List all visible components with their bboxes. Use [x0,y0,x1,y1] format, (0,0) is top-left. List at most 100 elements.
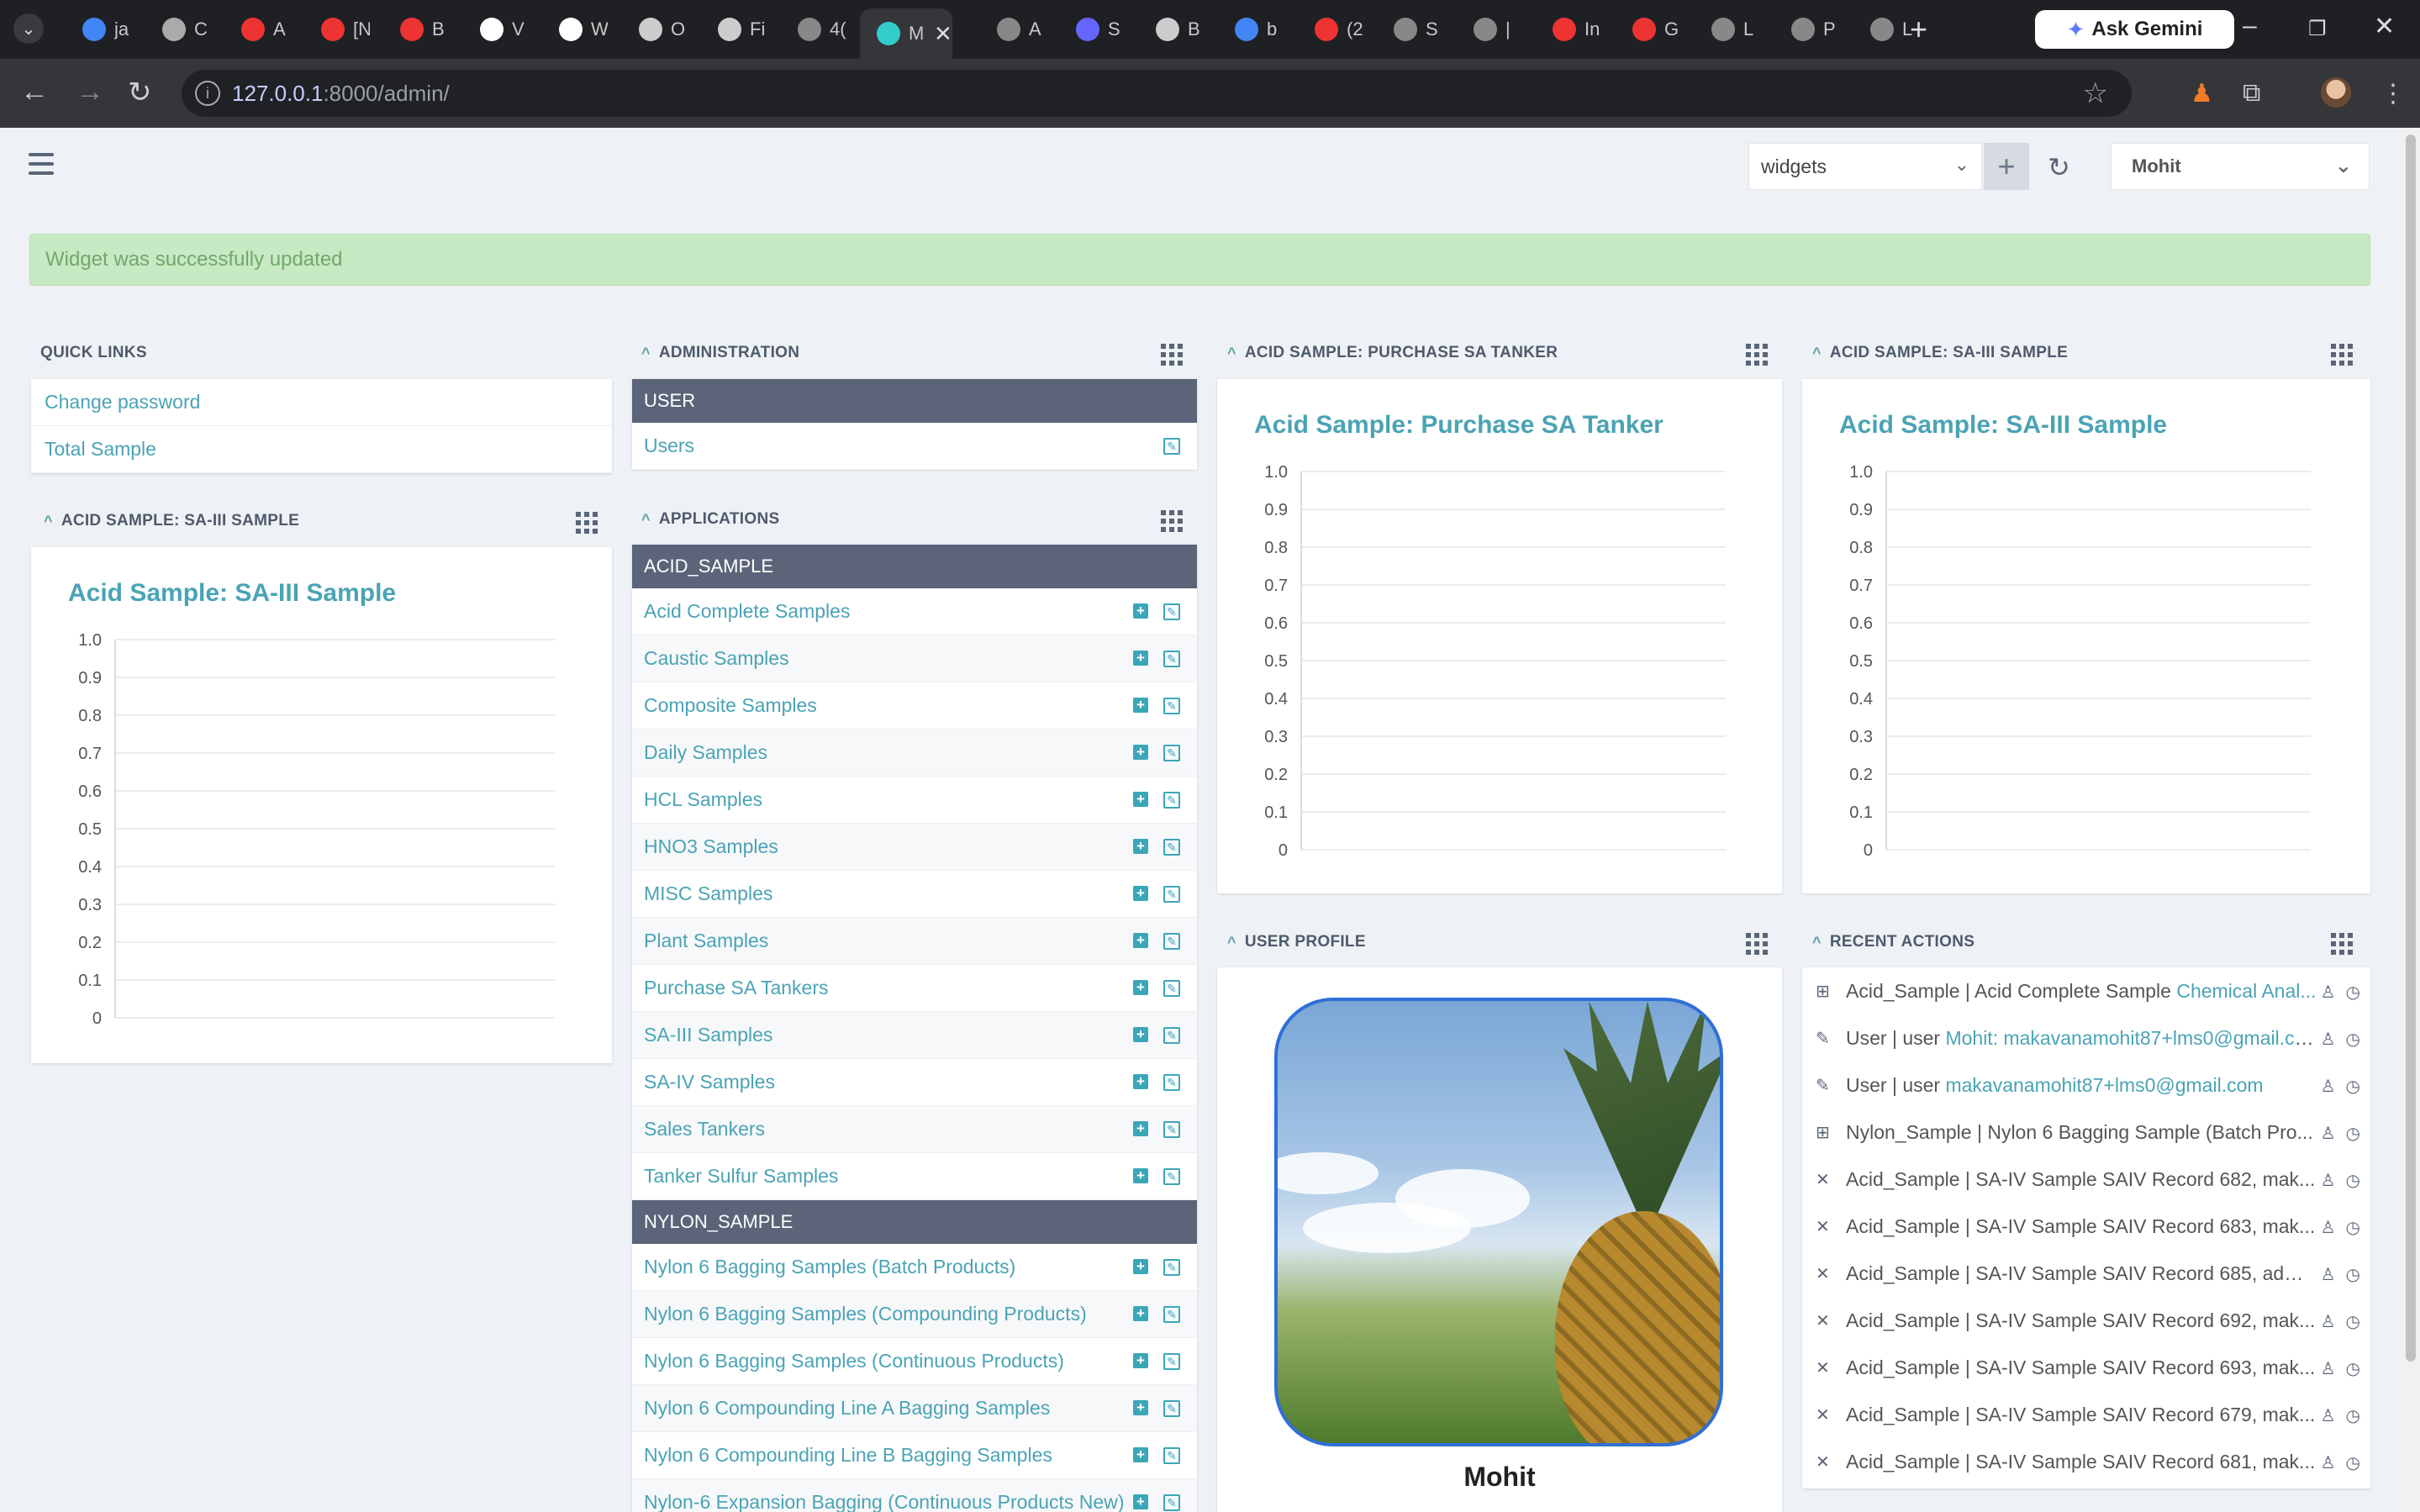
browser-tab[interactable]: | [1457,10,1534,49]
app-row[interactable]: SA-IV Samples + ✎ [632,1059,1197,1106]
edit-icon[interactable]: ✎ [1163,698,1180,714]
recent-action-item[interactable]: ✕ Acid_Sample | SA-IV Sample SAIV Record … [1802,1391,2370,1438]
new-tab-icon[interactable]: + [1910,12,1927,47]
drag-grid-icon[interactable] [1746,344,1768,366]
sa3-left-widget-header[interactable]: ^ ACID SAMPLE: SA-III SAMPLE [44,506,299,536]
edit-icon[interactable]: ✎ [1163,438,1180,455]
recent-action-item[interactable]: ✕ Acid_Sample | SA-IV Sample SAIV Record … [1802,1203,2370,1250]
edit-icon[interactable]: ✎ [1163,1306,1180,1323]
add-icon[interactable]: + [1133,1074,1148,1089]
app-row[interactable]: Acid Complete Samples + ✎ [632,588,1197,635]
browser-tab[interactable]: A [224,10,302,49]
drag-grid-icon[interactable] [1161,344,1183,366]
recent-action-item[interactable]: ⊞ Nylon_Sample | Nylon 6 Bagging Sample (… [1802,1109,2370,1156]
edit-icon[interactable]: ✎ [1163,603,1180,620]
collapse-caret-icon[interactable]: ^ [1227,934,1236,951]
app-row[interactable]: Nylon-6 Expansion Bagging (Continuous Pr… [632,1479,1197,1512]
app-row[interactable]: Sales Tankers + ✎ [632,1106,1197,1153]
site-info-icon[interactable]: i [195,81,220,106]
recent-action-item[interactable]: ✎ User | user Mohit: makavanamohit87+lms0… [1802,1014,2370,1062]
edit-icon[interactable]: ✎ [1163,1121,1180,1138]
browser-tab[interactable]: O [622,10,699,49]
add-icon[interactable]: + [1133,1494,1148,1509]
extensions-puzzle-icon[interactable]: ⧉ [2243,79,2260,108]
profile-avatar[interactable] [2321,77,2351,108]
browser-tab[interactable]: P [1774,10,1852,49]
edit-icon[interactable]: ✎ [1163,886,1180,903]
drag-grid-icon[interactable] [576,512,598,534]
back-icon[interactable]: ← [20,76,49,108]
edit-icon[interactable]: ✎ [1163,1400,1180,1417]
app-row[interactable]: Tanker Sulfur Samples + ✎ [632,1153,1197,1200]
app-row[interactable]: Nylon 6 Bagging Samples (Batch Products)… [632,1244,1197,1291]
add-widget-button[interactable]: + [1984,143,2029,190]
add-icon[interactable]: + [1133,603,1148,619]
add-icon[interactable]: + [1133,1027,1148,1042]
browser-tab[interactable]: C [145,10,223,49]
menu-toggle-icon[interactable] [29,153,54,175]
recent-actions-header[interactable]: ^ RECENT ACTIONS [1812,927,1974,957]
browser-tab[interactable]: Fi [701,10,778,49]
collapse-caret-icon[interactable]: ^ [44,513,53,530]
app-row[interactable]: HNO3 Samples + ✎ [632,824,1197,871]
widget-select[interactable]: widgets ⌄ [1748,143,1982,190]
collapse-caret-icon[interactable]: ^ [1812,345,1822,362]
minimize-icon[interactable]: – [2243,12,2257,40]
page-scrollbar[interactable] [2402,128,2420,1512]
browser-tab[interactable]: V [463,10,540,49]
browser-tab[interactable]: ja [66,10,143,49]
edit-icon[interactable]: ✎ [1163,1027,1180,1044]
scrollbar-thumb[interactable] [2406,134,2416,1362]
recent-action-item[interactable]: ⊞ Acid_Sample | Acid Complete Sample Chem… [1802,967,2370,1014]
restore-icon[interactable]: ❐ [2308,17,2327,41]
add-icon[interactable]: + [1133,1306,1148,1321]
browser-tab[interactable]: In [1536,10,1613,49]
edit-icon[interactable]: ✎ [1163,839,1180,856]
url-field[interactable]: i 127.0.0.1:8000/admin/ ☆ [182,70,2132,117]
extension-icon[interactable]: ♟ [2191,79,2213,108]
edit-icon[interactable]: ✎ [1163,1168,1180,1185]
ask-gemini-button[interactable]: ✦ Ask Gemini [2035,10,2234,49]
purchase-widget-header[interactable]: ^ ACID SAMPLE: PURCHASE SA TANKER [1227,338,1558,368]
sa3-right-widget-header[interactable]: ^ ACID SAMPLE: SA-III SAMPLE [1812,338,2068,368]
app-row[interactable]: MISC Samples + ✎ [632,871,1197,918]
browser-tab[interactable]: L [1695,10,1772,49]
quick-link-total-sample[interactable]: Total Sample [31,426,612,473]
edit-icon[interactable]: ✎ [1163,1447,1180,1464]
drag-grid-icon[interactable] [2331,933,2353,955]
app-row[interactable]: Nylon 6 Bagging Samples (Continuous Prod… [632,1338,1197,1385]
app-row[interactable]: Caustic Samples + ✎ [632,635,1197,682]
recent-action-link[interactable]: Chemical Anal... [2176,980,2316,1002]
drag-grid-icon[interactable] [1161,510,1183,532]
browser-tab[interactable]: [N [304,10,382,49]
user-profile-header[interactable]: ^ USER PROFILE [1227,927,1366,957]
app-row[interactable]: HCL Samples + ✎ [632,777,1197,824]
browser-tab[interactable]: W [542,10,619,49]
edit-icon[interactable]: ✎ [1163,792,1180,809]
drag-grid-icon[interactable] [2331,344,2353,366]
edit-icon[interactable]: ✎ [1163,1259,1180,1276]
forward-icon[interactable]: → [76,76,104,108]
browser-tab[interactable]: G [1616,10,1693,49]
refresh-icon[interactable]: ↻ [2048,151,2070,183]
applications-header[interactable]: ^ APPLICATIONS [641,504,779,535]
recent-action-item[interactable]: ✕ Acid_Sample | SA-IV Sample SAIV Record … [1802,1156,2370,1203]
user-select[interactable]: Mohit ⌄ [2111,143,2370,190]
browser-tab[interactable]: 4( [781,10,858,49]
add-icon[interactable]: + [1133,839,1148,854]
recent-action-link[interactable]: Mohit: makavanamohit87+lms0@gmail.com [1945,1027,2317,1049]
browser-tab[interactable]: B [1139,10,1216,49]
close-window-icon[interactable]: ✕ [2374,12,2395,41]
edit-icon[interactable]: ✎ [1163,980,1180,997]
app-row[interactable]: Plant Samples + ✎ [632,918,1197,965]
browser-tab[interactable]: M ✕ [860,8,952,59]
recent-action-item[interactable]: ✕ Acid_Sample | SA-IV Sample SAIV Record … [1802,1297,2370,1344]
app-row[interactable]: Nylon 6 Compounding Line A Bagging Sampl… [632,1385,1197,1432]
bookmark-star-icon[interactable]: ☆ [2083,76,2108,110]
add-icon[interactable]: + [1133,1447,1148,1462]
edit-icon[interactable]: ✎ [1163,745,1180,761]
browser-menu-icon[interactable]: ⋮ [2380,79,2406,108]
tab-close-icon[interactable]: ✕ [934,21,952,47]
browser-tab[interactable]: (2 [1298,10,1375,49]
recent-action-item[interactable]: ✕ Acid_Sample | SA-IV Sample SAIV Record … [1802,1344,2370,1391]
